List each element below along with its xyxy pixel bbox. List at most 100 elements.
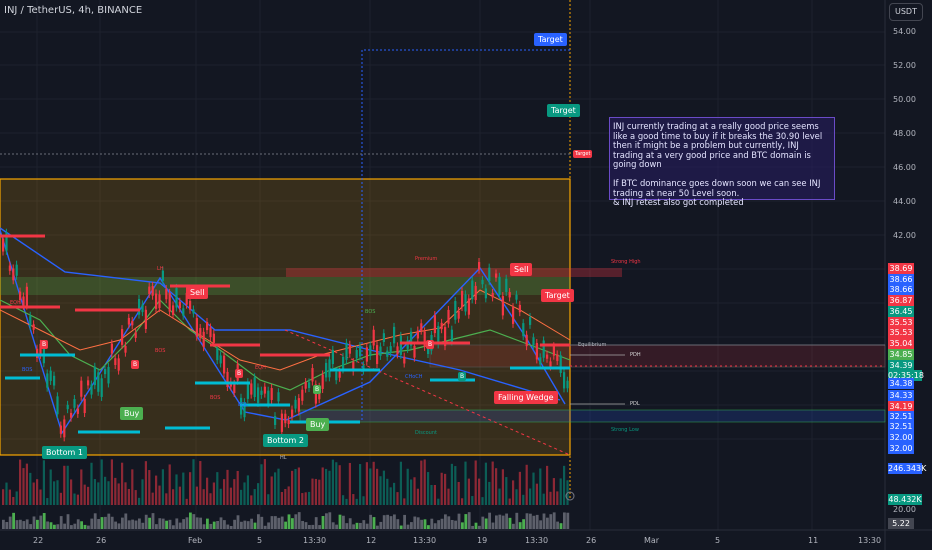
candle-body <box>212 333 215 343</box>
candle-body <box>474 285 477 301</box>
candle-body <box>291 409 294 417</box>
volume-bar <box>185 498 188 505</box>
oscillator-bar <box>144 514 148 529</box>
volume-bar <box>104 476 107 505</box>
oscillator-bar <box>566 512 570 529</box>
oscillator-bar <box>440 518 444 529</box>
volume-bar <box>155 475 158 505</box>
target-label-blue[interactable]: Target <box>534 33 567 46</box>
currency-selector[interactable]: USDT <box>889 3 923 21</box>
oscillator-bar <box>39 515 43 529</box>
falling-wedge-label[interactable]: Falling Wedge <box>494 391 558 404</box>
equilibrium-label: Equilibrium <box>578 342 607 348</box>
volume-bar <box>416 488 419 505</box>
volume-bar <box>376 468 379 505</box>
oscillator-bar <box>389 516 393 529</box>
chart-canvas[interactable] <box>0 0 932 550</box>
buy-label[interactable]: Buy <box>120 407 144 420</box>
volume-bar <box>76 494 79 505</box>
candle-body <box>189 300 192 310</box>
oscillator-bar <box>223 520 226 529</box>
candle-body <box>376 345 379 364</box>
candle-body <box>134 332 137 338</box>
candle-body <box>127 317 130 325</box>
volume-bar <box>369 468 372 505</box>
time-tick: 26 <box>586 536 597 545</box>
price-tag: 34.33 <box>888 390 914 401</box>
candle-body <box>359 345 362 357</box>
candle-body <box>93 366 96 386</box>
sell-label[interactable]: Sell <box>186 286 209 299</box>
oscillator-bar <box>155 524 158 529</box>
oscillator-bar <box>240 521 243 529</box>
volume-bar <box>389 487 392 505</box>
candle-body <box>355 349 358 359</box>
oscillator-bar <box>110 516 114 529</box>
oscillator-bar <box>362 520 366 529</box>
oscillator-bar <box>22 521 26 529</box>
target-label-red[interactable]: Target <box>541 289 574 302</box>
oscillator-bar <box>563 512 566 529</box>
analysis-note[interactable]: INJ currently trading at a really good p… <box>609 117 835 207</box>
oscillator-bar <box>321 516 325 529</box>
volume-bar <box>386 478 389 505</box>
candle-body <box>284 413 287 424</box>
volume-bar <box>372 461 375 505</box>
target-label-small[interactable]: Target <box>573 150 593 158</box>
symbol-title[interactable]: INJ / TetherUS, 4h, BINANCE <box>4 5 142 16</box>
volume-bar <box>491 461 494 505</box>
candle-body <box>199 328 202 338</box>
candle-body <box>416 330 419 339</box>
bottom-1-label[interactable]: Bottom 1 <box>42 446 87 459</box>
candle-body <box>19 291 22 301</box>
oscillator-bar <box>423 519 427 529</box>
candle-body <box>406 340 409 349</box>
volume-bar <box>46 498 49 505</box>
oscillator-bar <box>93 513 97 529</box>
volume-bar <box>148 470 151 505</box>
oscillator-bar <box>461 522 464 529</box>
candle-body <box>369 345 372 357</box>
bottom-2-label[interactable]: Bottom 2 <box>263 434 308 447</box>
candle-body <box>219 355 222 364</box>
sell-label[interactable]: Sell <box>510 263 533 276</box>
buy-label[interactable]: Buy <box>306 418 330 431</box>
price-tag: 34.38 <box>888 378 914 389</box>
volume-bar <box>539 468 542 505</box>
oscillator-bar <box>345 523 349 529</box>
volume-bar <box>318 479 321 505</box>
volume-bar <box>427 472 430 505</box>
candle-body <box>338 371 341 378</box>
candle-body <box>277 392 280 402</box>
volume-bar <box>189 472 192 505</box>
candle-body <box>498 276 501 295</box>
volume-bar <box>481 497 484 505</box>
candle-body <box>110 343 113 354</box>
oscillator-bar <box>467 512 471 529</box>
oscillator-bar <box>199 517 202 529</box>
volume-bar <box>199 461 202 505</box>
volume-bar <box>66 465 69 505</box>
oscillator-bar <box>229 525 233 529</box>
volume-bar <box>15 491 18 505</box>
candle-body <box>80 380 83 397</box>
oscillator-bar <box>53 524 56 529</box>
candle-body <box>478 262 481 270</box>
time-tick: 22 <box>33 536 44 545</box>
volume-bar <box>29 472 32 505</box>
candle-body <box>505 278 508 293</box>
volume-bar <box>461 498 464 505</box>
target-label-green[interactable]: Target <box>547 104 580 117</box>
candle-body <box>257 387 260 403</box>
time-tick: 13:30 <box>413 536 437 545</box>
b-marker: B <box>40 340 49 349</box>
volume-bar <box>90 462 93 505</box>
candle-body <box>36 348 39 358</box>
b-marker: B <box>313 385 322 394</box>
oscillator-bar <box>294 514 298 529</box>
oscillator-bar <box>406 524 410 529</box>
oscillator-bar <box>107 513 111 529</box>
oscillator-bar <box>216 520 219 529</box>
osc-tick: 20.00 <box>893 505 916 514</box>
bos-label: BOS <box>22 367 33 373</box>
